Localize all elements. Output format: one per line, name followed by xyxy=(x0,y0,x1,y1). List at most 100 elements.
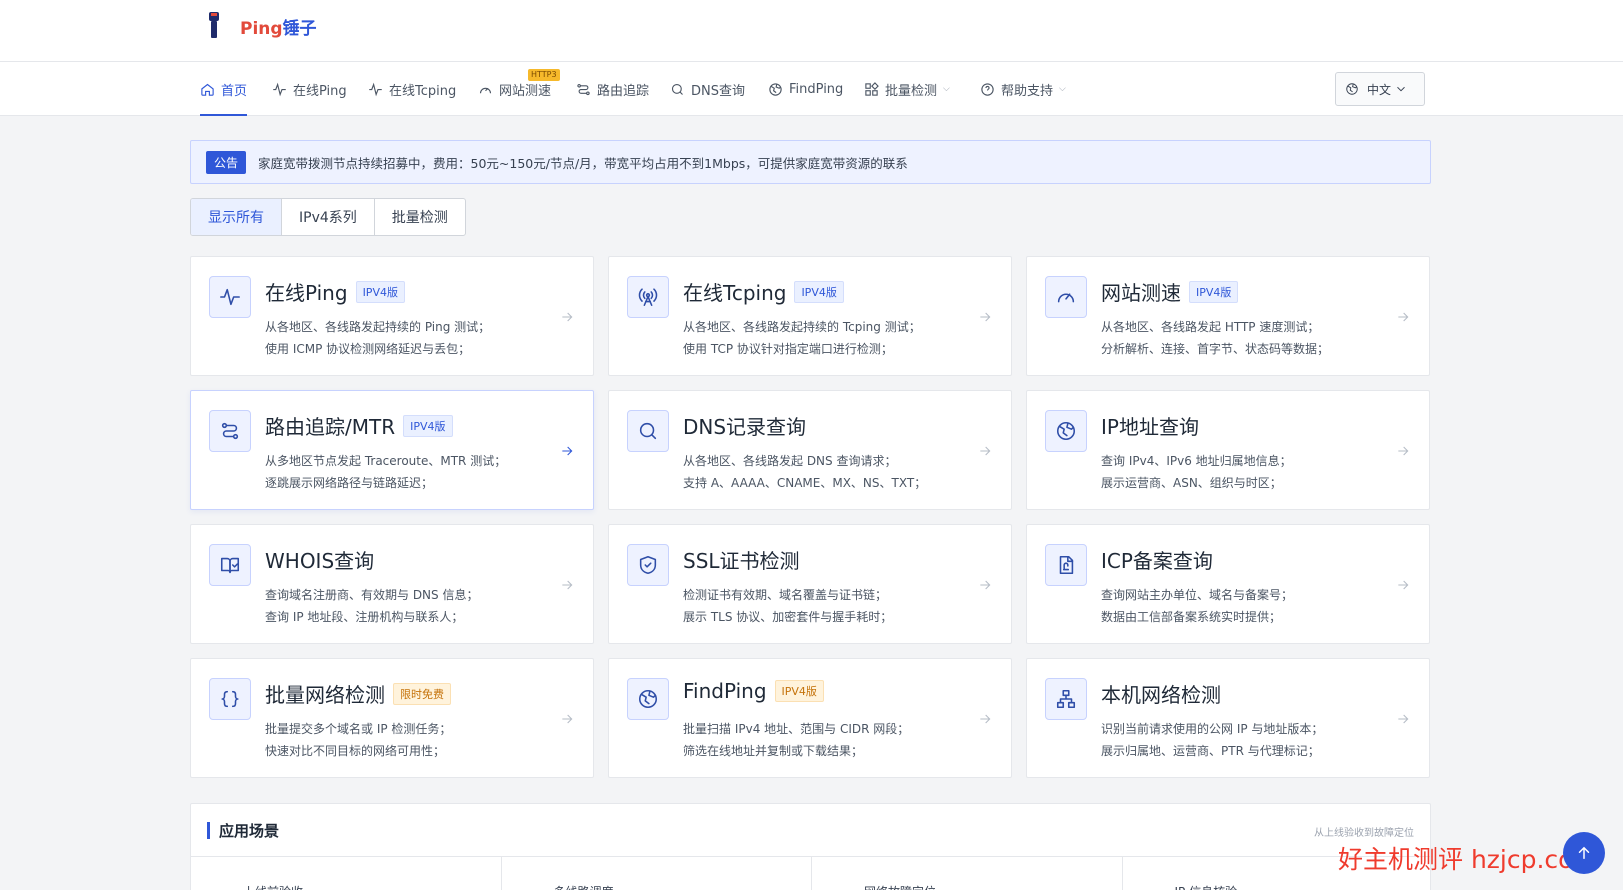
arrow-right-icon xyxy=(1398,580,1409,590)
help-icon xyxy=(981,82,994,96)
nav-online-tcping[interactable]: 在线Tcping xyxy=(368,62,456,116)
card-desc-line1: 从各地区、各线路发起 DNS 查询请求； xyxy=(683,454,897,468)
card-desc-line2: 展示 TLS 协议、加密套件与握手耗时； xyxy=(683,610,893,624)
scenario-item[interactable]: 上线前验收 xyxy=(191,857,502,890)
site-logo[interactable]: Ping锤子 xyxy=(200,12,317,40)
card-desc-line2: 使用 ICMP 协议检测网络延迟与丢包； xyxy=(265,342,471,356)
announcement-tag: 公告 xyxy=(206,150,247,174)
language-select[interactable]: 中文 xyxy=(1335,72,1425,106)
globe-icon xyxy=(769,82,782,96)
card-desc-line2: 展示归属地、运营商、PTR 与代理标记； xyxy=(1101,744,1320,758)
card-desc-line1: 从各地区、各线路发起 HTTP 速度测试； xyxy=(1101,320,1320,334)
card-desc-line1: 批量提交多个域名或 IP 检测任务； xyxy=(265,722,452,736)
filter-ipv4-series[interactable]: IPv4系列 xyxy=(282,199,375,235)
card-icon-box xyxy=(209,276,251,318)
globe-icon xyxy=(1056,421,1076,441)
tool-card-whois[interactable]: WHOIS查询 查询域名注册商、有效期与 DNS 信息； 查询 IP 地址段、注… xyxy=(190,524,594,644)
pulse-icon xyxy=(220,288,240,306)
nav-dns-query[interactable]: DNS查询 xyxy=(670,62,745,116)
arrow-right-icon xyxy=(980,446,991,456)
card-badge: IPV4版 xyxy=(355,280,405,303)
scenario-item[interactable]: 网络故障定位 xyxy=(812,857,1123,890)
tool-card-online-ping[interactable]: 在线Ping IPV4版 从各地区、各线路发起持续的 Ping 测试； 使用 IC… xyxy=(190,256,594,376)
card-desc-line2: 展示运营商、ASN、组织与时区； xyxy=(1101,476,1282,490)
card-icon-box xyxy=(627,678,669,720)
gauge-icon xyxy=(479,87,492,93)
route-icon xyxy=(221,422,239,440)
tool-card-ssl-check[interactable]: SSL证书检测 检测证书有效期、域名覆盖与证书链； 展示 TLS 协议、加密套件… xyxy=(608,524,1012,644)
pulse-icon xyxy=(369,82,382,96)
card-title: FindPing xyxy=(683,679,767,703)
card-desc-line1: 批量扫描 IPv4 地址、范围与 CIDR 网段； xyxy=(683,722,910,736)
filter-show-all[interactable]: 显示所有 xyxy=(191,199,282,235)
nav-dns-query-label: DNS查询 xyxy=(691,83,745,99)
document-icon xyxy=(1059,555,1074,575)
tool-card-website-speed[interactable]: 网站测速 IPV4版 从各地区、各线路发起 HTTP 速度测试； 分析解析、连接、… xyxy=(1026,256,1430,376)
site-name-ping: Ping xyxy=(240,18,283,39)
arrow-right-icon xyxy=(562,580,573,590)
search-icon xyxy=(671,83,683,95)
tool-card-batch-network-check[interactable]: 批量网络检测 限时免费 批量提交多个域名或 IP 检测任务； 快速对比不同目标的网… xyxy=(190,658,594,778)
section-title: 应用场景 xyxy=(219,822,280,840)
nav-help-support[interactable]: 帮助支持 ⌵ xyxy=(980,62,1066,116)
card-icon-box xyxy=(1045,678,1087,720)
nav-batch-check[interactable]: 批量检测 ⌵ xyxy=(864,62,950,116)
nav-website-speed[interactable]: HTTP3 网站测速 xyxy=(478,62,560,116)
nav-traceroute-label: 路由追踪 xyxy=(597,83,650,99)
chevron-down-icon xyxy=(1397,86,1405,92)
announcement-text: 家庭宽带拨测节点持续招募中，费用：50元~150元/节点/月，带宽平均占用不到1… xyxy=(258,155,908,171)
globe-icon xyxy=(1346,83,1358,95)
section-accent-bar xyxy=(207,822,210,839)
card-title: 本机网络检测 xyxy=(1101,683,1221,707)
tool-card-local-network-check[interactable]: 本机网络检测 识别当前请求使用的公网 IP 与地址版本； 展示归属地、运营商、P… xyxy=(1026,658,1430,778)
filter-batch-check[interactable]: 批量检测 xyxy=(375,199,465,235)
card-desc-line1: 检测证书有效期、域名覆盖与证书链； xyxy=(683,588,888,602)
top-header: Ping锤子 xyxy=(0,0,1623,62)
card-desc-line2: 查询 IP 地址段、注册机构与联系人； xyxy=(265,610,464,624)
card-desc-line1: 识别当前请求使用的公网 IP 与地址版本； xyxy=(1101,722,1324,736)
card-desc-line1: 查询网站主办单位、域名与备案号； xyxy=(1101,588,1294,602)
card-icon-box xyxy=(627,544,669,586)
card-badge-free: 限时免费 xyxy=(393,682,451,705)
section-heading: 应用场景 xyxy=(207,820,279,841)
card-title: ICP备案查询 xyxy=(1101,549,1213,573)
scenario-item[interactable]: 多线路调度 xyxy=(502,857,812,890)
tool-card-online-tcping[interactable]: 在线Tcping IPV4版 从各地区、各线路发起持续的 Tcping 测试； 使… xyxy=(608,256,1012,376)
card-desc-line1: 查询 IPv4、IPv6 地址归属地信息； xyxy=(1101,454,1292,468)
antenna-icon xyxy=(638,288,658,307)
card-desc-line2: 数据由工信部备案系统实时提供； xyxy=(1101,610,1282,624)
card-desc-line1: 从多地区节点发起 Traceroute、MTR 测试； xyxy=(265,454,507,468)
site-name: Ping锤子 xyxy=(240,14,317,39)
card-title: 路由追踪/MTR xyxy=(265,415,396,439)
arrow-right-icon xyxy=(1398,446,1409,456)
card-icon-box xyxy=(1045,544,1087,586)
watermark-text: 好主机测评 hzjcp.com xyxy=(1338,845,1598,874)
nav-online-tcping-label: 在线Tcping xyxy=(389,83,457,99)
arrow-right-icon xyxy=(980,580,991,590)
nav-home[interactable]: 首页 xyxy=(200,62,248,116)
card-title: 批量网络检测 xyxy=(265,683,385,707)
back-to-top-button[interactable] xyxy=(1563,832,1605,874)
card-icon-box xyxy=(627,276,669,318)
nav-help-support-label: 帮助支持 xyxy=(1001,83,1054,99)
category-filter: 显示所有 IPv4系列 批量检测 xyxy=(190,198,466,236)
nav-online-ping[interactable]: 在线Ping xyxy=(272,62,347,116)
tool-card-traceroute-mtr[interactable]: 路由追踪/MTR IPV4版 从多地区节点发起 Traceroute、MTR 测试… xyxy=(190,390,594,510)
tool-card-findping[interactable]: FindPing IPV4版 批量扫描 IPv4 地址、范围与 CIDR 网段； … xyxy=(608,658,1012,778)
card-icon-box xyxy=(1045,410,1087,452)
tool-card-icp-lookup[interactable]: ICP备案查询 查询网站主办单位、域名与备案号； 数据由工信部备案系统实时提供； xyxy=(1026,524,1430,644)
nav-findping-label: FindPing xyxy=(789,81,844,97)
tool-card-ip-lookup[interactable]: IP地址查询 查询 IPv4、IPv6 地址归属地信息； 展示运营商、ASN、组… xyxy=(1026,390,1430,510)
tool-card-dns-record[interactable]: DNS记录查询 从各地区、各线路发起 DNS 查询请求； 支持 A、AAAA、C… xyxy=(608,390,1012,510)
card-icon-box xyxy=(1045,276,1087,318)
card-title: 网站测速 xyxy=(1101,281,1181,305)
arrow-right-icon xyxy=(980,714,991,724)
nav-traceroute[interactable]: 路由追踪 xyxy=(576,62,649,116)
pulse-icon xyxy=(273,82,286,96)
card-icon-box xyxy=(627,410,669,452)
card-desc-line2: 支持 A、AAAA、CNAME、MX、NS、TXT； xyxy=(683,476,927,490)
nav-findping[interactable]: FindPing xyxy=(768,62,843,116)
card-badge: IPV4版 xyxy=(794,280,844,303)
section-hint: 从上线验收到故障定位 xyxy=(1314,828,1414,839)
network-icon xyxy=(1056,689,1076,709)
